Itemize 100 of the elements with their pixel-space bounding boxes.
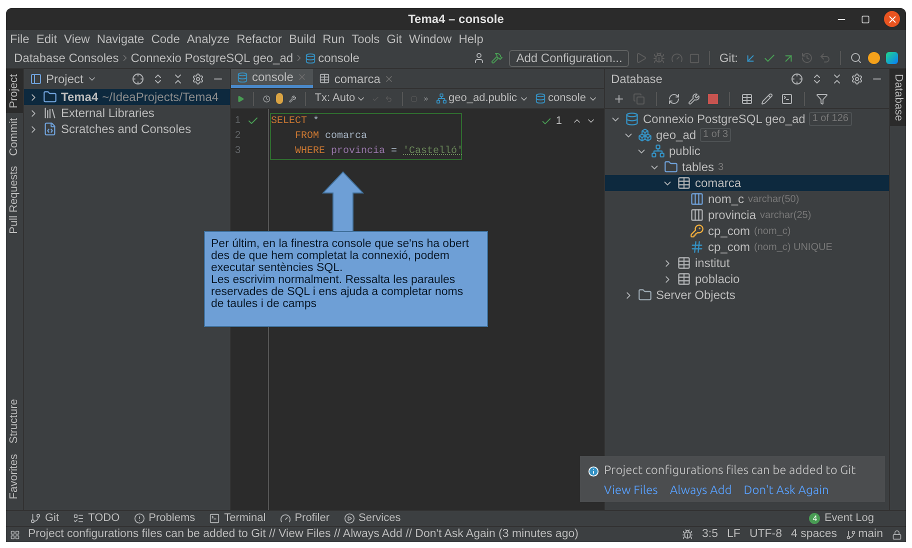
menu-item[interactable]: Window: [409, 30, 452, 48]
transaction-mode-dropdown[interactable]: Tx: Auto: [314, 90, 366, 107]
hammer-icon[interactable]: [491, 52, 504, 64]
clock-icon[interactable]: [262, 92, 270, 104]
refresh-icon[interactable]: [668, 92, 680, 104]
menu-item[interactable]: Edit: [36, 30, 58, 48]
locate-icon[interactable]: [791, 73, 803, 85]
column-icon: [690, 208, 704, 222]
notification-link[interactable]: Don't Ask Again: [744, 482, 829, 500]
node-label: geo_ad: [656, 127, 696, 144]
count-badge: 1 of 126: [809, 112, 852, 126]
tree-row[interactable]: geo_ad 1 of 3: [605, 127, 889, 143]
scratch-icon: [43, 122, 57, 136]
expand-all-icon[interactable]: [152, 73, 164, 85]
node-detail: (nom_c) UNIQUE: [754, 240, 832, 254]
menu-item[interactable]: Refactor: [236, 30, 282, 48]
menu-item[interactable]: Analyze: [186, 30, 230, 48]
tree-row[interactable]: Connexio PostgreSQL geo_ad 1 of 126: [605, 111, 889, 127]
tool-window-button[interactable]: Profiler: [280, 510, 330, 527]
editor-tab[interactable]: console: [231, 69, 314, 88]
key-icon: [690, 224, 704, 238]
menu-item[interactable]: File: [10, 30, 30, 48]
notification-link[interactable]: Always Add: [670, 482, 732, 500]
session-dropdown[interactable]: console: [535, 90, 598, 107]
tool-window-tab[interactable]: Favorites: [6, 448, 23, 504]
tool-window-button[interactable]: Git: [30, 510, 60, 527]
tool-window-tab[interactable]: Commit: [6, 113, 23, 162]
menu-item[interactable]: Navigate: [96, 30, 144, 48]
folder-icon: [664, 160, 678, 174]
check-icon[interactable]: [763, 52, 776, 64]
indent-setting[interactable]: 4 spaces: [791, 526, 838, 542]
file-encoding[interactable]: UTF-8: [749, 526, 782, 542]
tree-row[interactable]: External Libraries: [24, 105, 230, 121]
settings-icon[interactable]: [192, 73, 204, 85]
cursor-position[interactable]: 3:5: [702, 526, 718, 542]
tool-window-button[interactable]: Services: [344, 510, 401, 527]
panel-title[interactable]: Project: [46, 70, 84, 88]
info-icon: [588, 466, 599, 476]
tree-row[interactable]: nom_c varchar(50): [605, 191, 889, 207]
tree-row[interactable]: cp_com (nom_c) UNIQUE: [605, 239, 889, 255]
expand-all-icon[interactable]: [811, 73, 823, 85]
user-icon[interactable]: [473, 52, 486, 64]
tool-window-tab[interactable]: Database: [890, 69, 906, 126]
add-icon[interactable]: [613, 92, 625, 104]
menu-item[interactable]: Code: [151, 30, 180, 48]
filter-icon[interactable]: [816, 92, 828, 104]
tree-row[interactable]: public: [605, 143, 889, 159]
node-label: tables: [682, 159, 714, 176]
table-icon[interactable]: [741, 92, 753, 104]
tree-row[interactable]: cp_com (nom_c): [605, 223, 889, 239]
notification-link[interactable]: View Files: [604, 482, 658, 500]
tool-window-button[interactable]: Terminal: [209, 510, 266, 527]
tree-row[interactable]: tables 3: [605, 159, 889, 175]
collapse-all-icon[interactable]: [172, 73, 184, 85]
tree-row[interactable]: poblacio: [605, 271, 889, 287]
breadcrumb[interactable]: Database Consoles: [14, 49, 119, 67]
maximize-icon[interactable]: [861, 14, 870, 24]
line-number: 1: [235, 114, 242, 128]
schema-icon: [436, 93, 447, 104]
tool-window-tab[interactable]: Structure: [6, 394, 23, 449]
tree-row[interactable]: provincia varchar(25): [605, 207, 889, 223]
menu-item[interactable]: Help: [458, 30, 484, 48]
node-label: nom_c: [708, 191, 744, 208]
branch-widget[interactable]: main: [846, 526, 883, 542]
wrench-icon[interactable]: [288, 92, 296, 104]
logo-icon[interactable]: [886, 52, 898, 64]
node-label: institut: [695, 255, 730, 272]
breadcrumb[interactable]: console: [318, 49, 360, 67]
menu-item[interactable]: Tools: [352, 30, 380, 48]
schema-dropdown[interactable]: geo_ad.public: [436, 90, 530, 107]
tree-row[interactable]: comarca: [605, 175, 889, 191]
tool-window-button[interactable]: Problems: [134, 510, 196, 527]
locate-icon[interactable]: [132, 73, 144, 85]
pencil-icon[interactable]: [761, 92, 773, 104]
close-button[interactable]: [884, 11, 900, 27]
breadcrumb[interactable]: Connexio PostgreSQL geo_ad: [130, 49, 294, 67]
editor-tab[interactable]: comarca: [313, 69, 400, 88]
stop-icon[interactable]: [708, 94, 718, 104]
tool-window-button[interactable]: TODO: [73, 510, 120, 527]
tool-window-tab[interactable]: Project: [6, 69, 23, 114]
event-log-button[interactable]: 4 Event Log: [809, 510, 874, 527]
tree-row[interactable]: Server Objects: [605, 287, 889, 303]
code-line: FROM comarca: [294, 130, 368, 144]
folder-icon: [43, 90, 57, 104]
node-label: poblacio: [695, 271, 740, 288]
tree-row[interactable]: institut: [605, 255, 889, 271]
add-configuration-button[interactable]: Add Configuration...: [509, 50, 630, 66]
inspection-widget[interactable]: 1: [540, 113, 596, 130]
menu-item[interactable]: Run: [322, 30, 345, 48]
node-label: provincia: [708, 207, 756, 224]
menu-item[interactable]: View: [64, 30, 90, 48]
menu-item[interactable]: Git: [386, 30, 402, 48]
search-icon[interactable]: [850, 52, 862, 64]
menu-item[interactable]: Build: [288, 30, 316, 48]
tree-row[interactable]: Tema4 ~/IdeaProjects/Tema4: [24, 89, 230, 105]
tool-window-tab[interactable]: Pull Requests: [6, 161, 23, 240]
line-separator[interactable]: LF: [727, 526, 740, 542]
tree-row[interactable]: Scratches and Consoles: [24, 121, 230, 137]
settings-icon[interactable]: [851, 73, 863, 85]
collapse-all-icon[interactable]: [831, 73, 843, 85]
